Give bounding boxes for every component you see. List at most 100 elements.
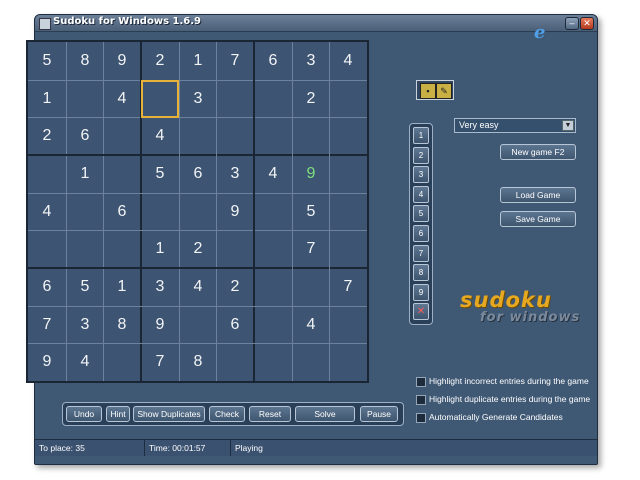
board-cell[interactable]: [179, 117, 217, 155]
board-cell[interactable]: [179, 306, 217, 344]
board-cell[interactable]: [28, 155, 66, 193]
check-button[interactable]: Check: [209, 406, 245, 422]
board-cell[interactable]: [254, 306, 292, 344]
minimize-button[interactable]: –: [565, 17, 579, 30]
board-cell[interactable]: [254, 117, 292, 155]
board-cell[interactable]: [103, 117, 141, 155]
number-button[interactable]: 6: [413, 225, 429, 242]
board-cell[interactable]: [254, 80, 292, 118]
board-cell[interactable]: [216, 230, 254, 268]
board-cell[interactable]: 7: [329, 268, 367, 306]
board-cell[interactable]: 9: [28, 343, 66, 381]
board-cell[interactable]: [254, 343, 292, 381]
pencil-mode-icon[interactable]: ✎: [436, 83, 452, 99]
board-cell[interactable]: 5: [28, 42, 66, 80]
board-cell[interactable]: 6: [179, 155, 217, 193]
board-cell[interactable]: 2: [141, 42, 179, 80]
board-cell[interactable]: 7: [141, 343, 179, 381]
board-cell[interactable]: [292, 268, 330, 306]
board-cell[interactable]: 2: [28, 117, 66, 155]
board-cell[interactable]: [254, 268, 292, 306]
board-cell[interactable]: 6: [254, 42, 292, 80]
board-cell[interactable]: 2: [216, 268, 254, 306]
board-cell[interactable]: 4: [329, 42, 367, 80]
number-button[interactable]: 4: [413, 185, 429, 203]
board-cell[interactable]: 1: [141, 230, 179, 268]
board-cell[interactable]: [329, 230, 367, 268]
board-cell[interactable]: 4: [292, 306, 330, 344]
solve-button[interactable]: Solve: [295, 406, 355, 422]
board-cell[interactable]: 1: [66, 155, 104, 193]
board-cell[interactable]: 4: [28, 193, 66, 231]
pause-button[interactable]: Pause: [360, 406, 398, 422]
board-cell[interactable]: 9: [141, 306, 179, 344]
board-cell[interactable]: 7: [216, 42, 254, 80]
number-button[interactable]: 9: [413, 283, 429, 301]
board-cell[interactable]: 5: [66, 268, 104, 306]
board-cell[interactable]: [179, 193, 217, 231]
board-cell[interactable]: 9: [292, 155, 330, 193]
erase-button[interactable]: ✕: [413, 303, 429, 321]
board-cell[interactable]: [292, 343, 330, 381]
board-cell[interactable]: 6: [66, 117, 104, 155]
board-cell[interactable]: 4: [254, 155, 292, 193]
board-cell[interactable]: 7: [292, 230, 330, 268]
board-cell[interactable]: 1: [103, 268, 141, 306]
board-cell[interactable]: [329, 343, 367, 381]
board-cell[interactable]: [103, 343, 141, 381]
number-button[interactable]: 1: [413, 127, 429, 144]
board-cell[interactable]: 8: [103, 306, 141, 344]
undo-button[interactable]: Undo: [66, 406, 102, 422]
load-game-button[interactable]: Load Game: [500, 187, 576, 203]
board-cell[interactable]: 3: [66, 306, 104, 344]
board-cell[interactable]: [216, 343, 254, 381]
board-cell[interactable]: [329, 306, 367, 344]
number-button[interactable]: 7: [413, 244, 429, 262]
board-cell[interactable]: 1: [28, 80, 66, 118]
checkbox[interactable]: [416, 377, 426, 387]
board-cell[interactable]: 8: [179, 343, 217, 381]
board-cell[interactable]: [103, 155, 141, 193]
board-cell[interactable]: [28, 230, 66, 268]
number-button[interactable]: 3: [413, 166, 429, 184]
board-cell[interactable]: [216, 80, 254, 118]
hint-button[interactable]: Hint: [106, 406, 130, 422]
board-cell[interactable]: [329, 193, 367, 231]
board-cell[interactable]: [66, 230, 104, 268]
board-cell[interactable]: [66, 193, 104, 231]
checkbox[interactable]: [416, 395, 426, 405]
board-cell[interactable]: 8: [66, 42, 104, 80]
number-button[interactable]: 2: [413, 146, 429, 164]
board-cell[interactable]: 7: [28, 306, 66, 344]
save-game-button[interactable]: Save Game: [500, 211, 576, 227]
board-cell[interactable]: 1: [179, 42, 217, 80]
board-cell[interactable]: 4: [66, 343, 104, 381]
title-bar[interactable]: Sudoku for Windows 1.6.9 – ✕: [35, 15, 597, 32]
board-cell[interactable]: 4: [141, 117, 179, 155]
board-cell[interactable]: 5: [141, 155, 179, 193]
board-cell[interactable]: 4: [179, 268, 217, 306]
board-cell[interactable]: [329, 80, 367, 118]
board-cell[interactable]: 9: [216, 193, 254, 231]
board-cell[interactable]: 2: [292, 80, 330, 118]
board-cell[interactable]: 3: [141, 268, 179, 306]
number-button[interactable]: 5: [413, 205, 429, 223]
board-cell[interactable]: [141, 193, 179, 231]
board-cell[interactable]: 6: [216, 306, 254, 344]
board-cell[interactable]: 5: [292, 193, 330, 231]
board-cell[interactable]: 6: [28, 268, 66, 306]
board-cell[interactable]: [329, 117, 367, 155]
board-cell[interactable]: 3: [179, 80, 217, 118]
board-cell[interactable]: 4: [103, 80, 141, 118]
board-cell[interactable]: 9: [103, 42, 141, 80]
sudoku-board[interactable]: 5892176341432264156349469512765134277389…: [26, 40, 369, 383]
board-cell[interactable]: [254, 230, 292, 268]
board-cell[interactable]: 2: [179, 230, 217, 268]
board-cell[interactable]: 3: [292, 42, 330, 80]
chevron-down-icon[interactable]: ▼: [562, 120, 574, 131]
board-cell[interactable]: [216, 117, 254, 155]
board-cell[interactable]: [66, 80, 104, 118]
number-button[interactable]: 8: [413, 264, 429, 282]
board-cell[interactable]: [292, 117, 330, 155]
board-cell[interactable]: 3: [216, 155, 254, 193]
